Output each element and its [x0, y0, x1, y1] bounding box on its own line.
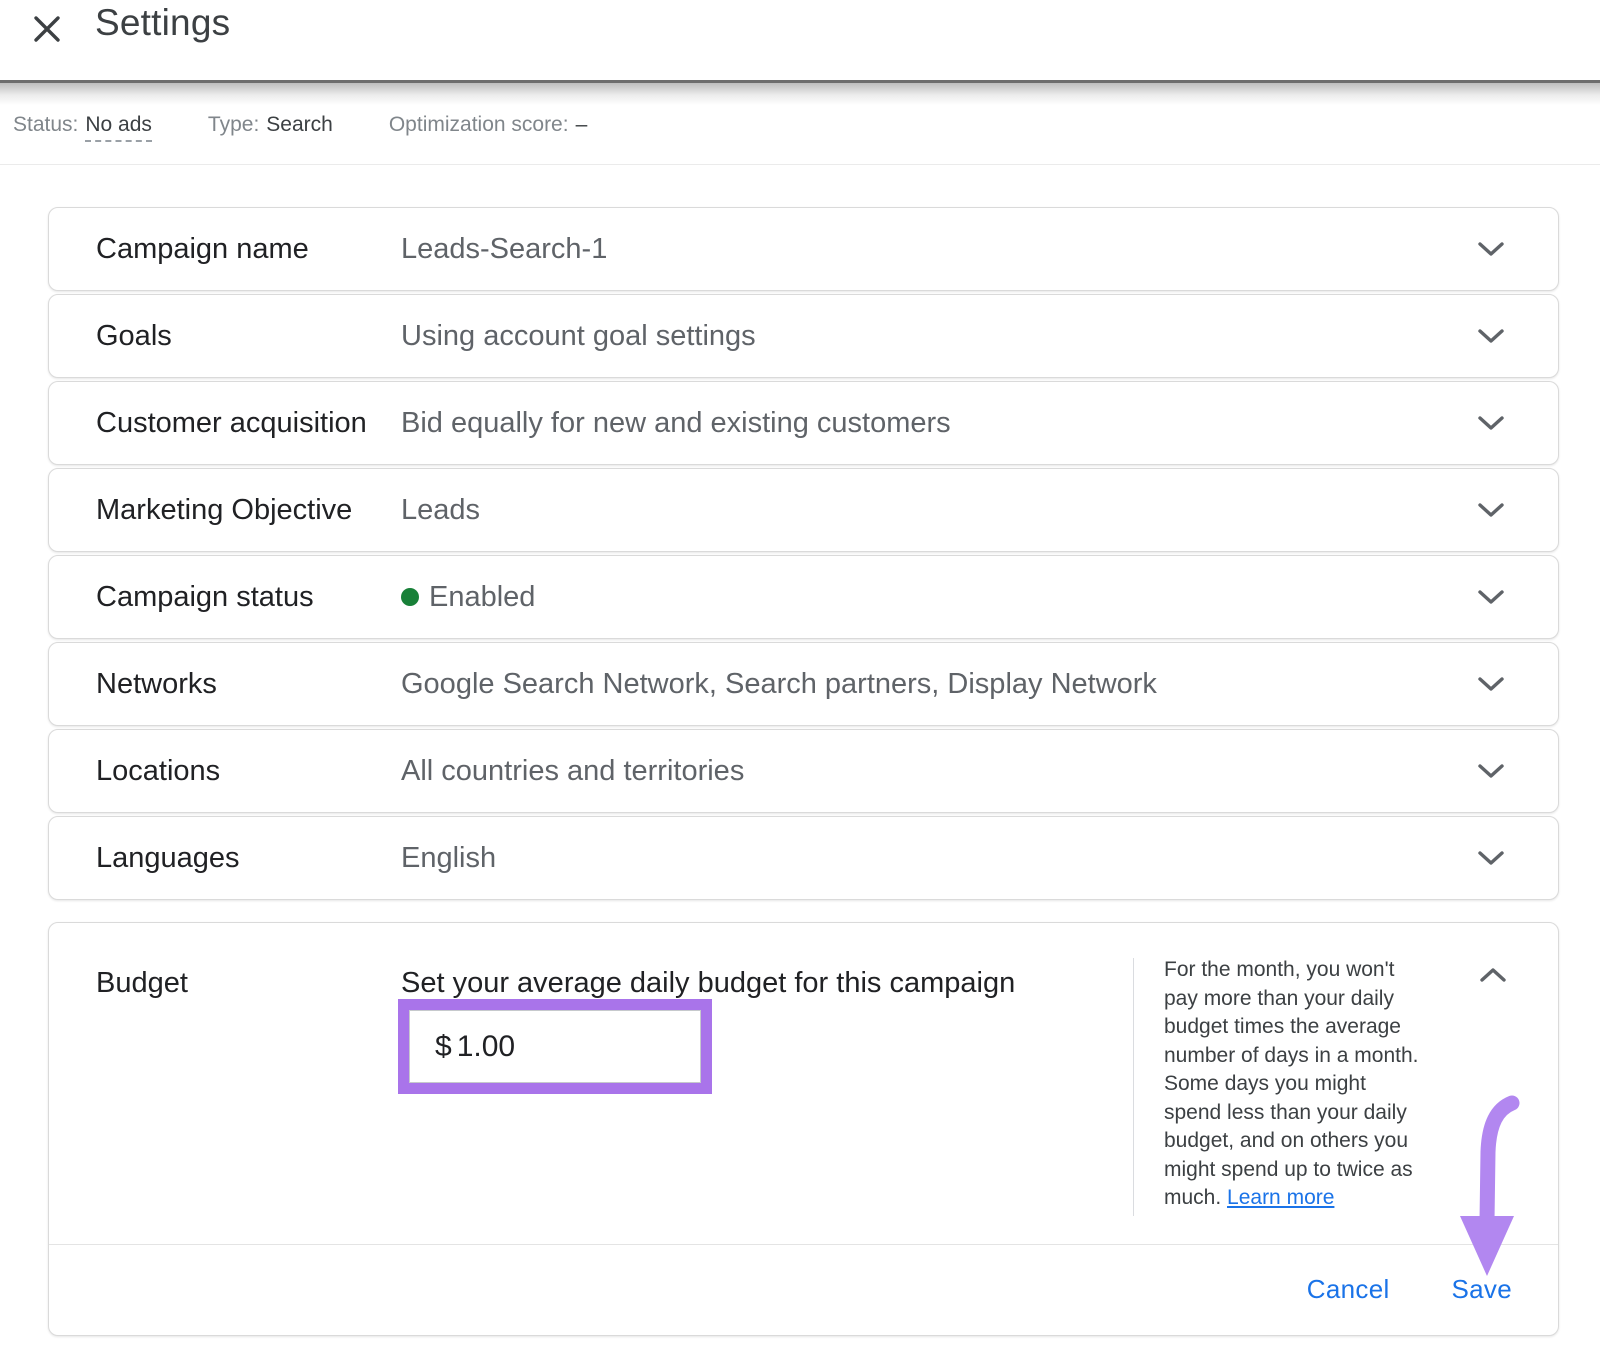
row-value: English: [401, 842, 1477, 875]
type-label: Type:: [208, 113, 259, 136]
save-button[interactable]: Save: [1452, 1274, 1512, 1305]
row-label: Goals: [96, 316, 401, 356]
row-value: Leads-Search-1: [401, 233, 1477, 266]
row-label: Marketing Objective: [96, 490, 401, 530]
cancel-button[interactable]: Cancel: [1307, 1274, 1390, 1305]
status-label: Status:: [13, 113, 78, 136]
daily-budget-input[interactable]: $ 1.00: [409, 1010, 701, 1083]
type-field: Type: Search: [208, 113, 333, 137]
row-value: Google Search Network, Search partners, …: [401, 668, 1477, 701]
currency-symbol: $: [435, 1030, 452, 1064]
page-title: Settings: [95, 2, 230, 44]
budget-label: Budget: [96, 967, 188, 1000]
optimization-score-value: –: [576, 113, 588, 136]
chevron-down-icon[interactable]: [1477, 589, 1505, 605]
collapse-button[interactable]: [1479, 967, 1507, 986]
close-button[interactable]: [26, 9, 68, 51]
campaign-status-bar: Status:No ads Type:Search Optimization s…: [0, 105, 1600, 165]
chevron-down-icon[interactable]: [1477, 676, 1505, 692]
budget-instruction: Set your average daily budget for this c…: [401, 967, 1015, 1000]
row-value: All countries and territories: [401, 755, 1477, 788]
status-field: Status:No ads: [13, 113, 152, 137]
row-languages[interactable]: Languages English: [48, 816, 1559, 900]
optimization-score-label: Optimization score:: [389, 113, 569, 136]
chevron-down-icon[interactable]: [1477, 415, 1505, 431]
row-campaign-name[interactable]: Campaign name Leads-Search-1: [48, 207, 1559, 291]
row-label: Locations: [96, 751, 401, 791]
row-locations[interactable]: Locations All countries and territories: [48, 729, 1559, 813]
type-value: Search: [266, 113, 333, 136]
settings-panel: Campaign name Leads-Search-1 Goals Using…: [0, 165, 1600, 1336]
row-networks[interactable]: Networks Google Search Network, Search p…: [48, 642, 1559, 726]
row-value: Using account goal settings: [401, 320, 1477, 353]
green-status-dot-icon: [401, 588, 419, 606]
chevron-down-icon[interactable]: [1477, 241, 1505, 257]
close-icon: [32, 14, 62, 47]
header-scroll-shadow: [0, 80, 1600, 105]
status-enabled-text: Enabled: [429, 581, 535, 614]
optimization-score-field: Optimization score:–: [389, 113, 587, 137]
row-label: Campaign name: [96, 229, 401, 269]
settings-header: Settings: [0, 0, 1600, 80]
purple-highlight-annotation: $ 1.00: [398, 999, 712, 1094]
row-label: Customer acquisition: [96, 403, 401, 443]
chevron-down-icon[interactable]: [1477, 328, 1505, 344]
daily-budget-value: 1.00: [457, 1030, 515, 1064]
chevron-up-icon: [1479, 971, 1507, 986]
row-budget-expanded: Budget Set your average daily budget for…: [48, 922, 1559, 1336]
status-value[interactable]: No ads: [85, 113, 152, 142]
row-value: Enabled: [401, 581, 1477, 614]
row-customer-acquisition[interactable]: Customer acquisition Bid equally for new…: [48, 381, 1559, 465]
row-label: Networks: [96, 664, 401, 704]
chevron-down-icon[interactable]: [1477, 502, 1505, 518]
row-goals[interactable]: Goals Using account goal settings: [48, 294, 1559, 378]
row-label: Languages: [96, 838, 401, 878]
help-divider: [1133, 958, 1134, 1216]
budget-footer: Cancel Save: [49, 1244, 1558, 1335]
chevron-down-icon[interactable]: [1477, 850, 1505, 866]
learn-more-link[interactable]: Learn more: [1227, 1186, 1334, 1209]
row-campaign-status[interactable]: Campaign status Enabled: [48, 555, 1559, 639]
row-marketing-objective[interactable]: Marketing Objective Leads: [48, 468, 1559, 552]
chevron-down-icon[interactable]: [1477, 763, 1505, 779]
row-value: Bid equally for new and existing custome…: [401, 407, 1477, 440]
row-value: Leads: [401, 494, 1477, 527]
row-label: Campaign status: [96, 577, 401, 617]
budget-help-text: For the month, you won't pay more than y…: [1164, 956, 1464, 1213]
